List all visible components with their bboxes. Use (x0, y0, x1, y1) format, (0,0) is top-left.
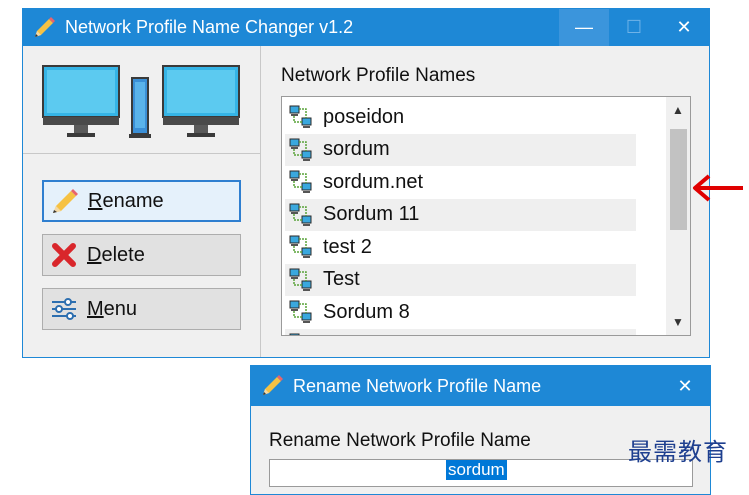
list-item[interactable]: sordum.net (285, 166, 636, 198)
network-icon (289, 333, 300, 335)
rename-button[interactable]: Rename (42, 180, 241, 222)
red-x-icon (52, 243, 76, 267)
watermark: 最需教育 (628, 438, 728, 466)
list-item[interactable]: poseidon (285, 101, 636, 133)
menu-label: Menu (87, 297, 138, 320)
dialog-titlebar[interactable]: Rename Network Profile Name ✕ (251, 366, 710, 406)
main-titlebar[interactable]: Network Profile Name Changer v1.2 — ☐ ✕ (23, 9, 709, 46)
list-item[interactable]: Test (285, 263, 636, 296)
list-item-label: sordum.net (323, 170, 424, 193)
sliders-icon (52, 298, 76, 320)
network-icon (289, 235, 312, 258)
menu-button[interactable]: Menu (42, 288, 241, 330)
list-item[interactable]: sordum (285, 133, 636, 166)
red-arrow-icon (693, 174, 743, 202)
network-icon (289, 268, 312, 291)
pencil-icon (263, 375, 283, 395)
window-title: Network Profile Name Changer v1.2 (65, 17, 354, 37)
maximize-button[interactable]: ☐ (609, 9, 659, 46)
left-pane: Rename Delete Menu (23, 46, 261, 357)
list-item-label: Test (323, 268, 360, 290)
close-button[interactable]: ✕ (659, 9, 709, 46)
list-item[interactable]: Sordum 8 (285, 296, 636, 328)
list-item-partial[interactable] (285, 328, 636, 335)
list-item[interactable]: Sordum 11 (285, 198, 636, 231)
rename-dialog: Rename Network Profile Name ✕ Rename Net… (250, 365, 711, 495)
profile-listbox[interactable]: poseidon sordum sordum.net Sordum 11 test 2 T… (281, 96, 691, 336)
scroll-up-icon[interactable]: ▲ (666, 99, 690, 121)
list-item[interactable]: test 2 (285, 231, 636, 263)
dialog-close-button[interactable]: ✕ (660, 366, 710, 406)
main-window: Network Profile Name Changer v1.2 — ☐ ✕ (22, 8, 743, 358)
scroll-down-icon[interactable]: ▼ (666, 311, 690, 333)
pencil-icon (35, 16, 55, 37)
list-item-label: poseidon (323, 105, 405, 128)
list-item-label: Sordum 8 (323, 300, 410, 323)
rename-field-label: Rename Network Profile Name (269, 430, 531, 451)
delete-button[interactable]: Delete (42, 234, 241, 276)
pencil-icon (53, 189, 78, 213)
list-item-label: sordum (323, 138, 390, 160)
network-icon (289, 105, 312, 128)
right-pane: Network Profile Names poseidon sordum sord… (261, 46, 743, 357)
rename-label: Rename (88, 189, 164, 212)
rename-input-selected-text: sordum (446, 460, 507, 480)
list-item-label: test 2 (323, 235, 372, 258)
scrollbar[interactable]: ▲ ▼ (666, 97, 690, 335)
network-icon (289, 203, 312, 226)
network-icon (289, 300, 312, 323)
logo-area (23, 46, 260, 154)
two-computers-icon (42, 65, 240, 138)
profile-list-label: Network Profile Names (281, 65, 476, 86)
network-icon (289, 138, 312, 161)
list-item-label: Sordum 11 (323, 203, 420, 225)
scroll-thumb[interactable] (670, 129, 687, 230)
delete-label: Delete (87, 243, 145, 266)
minimize-button[interactable]: — (559, 9, 609, 46)
network-icon (289, 170, 312, 193)
dialog-title: Rename Network Profile Name (293, 375, 542, 396)
